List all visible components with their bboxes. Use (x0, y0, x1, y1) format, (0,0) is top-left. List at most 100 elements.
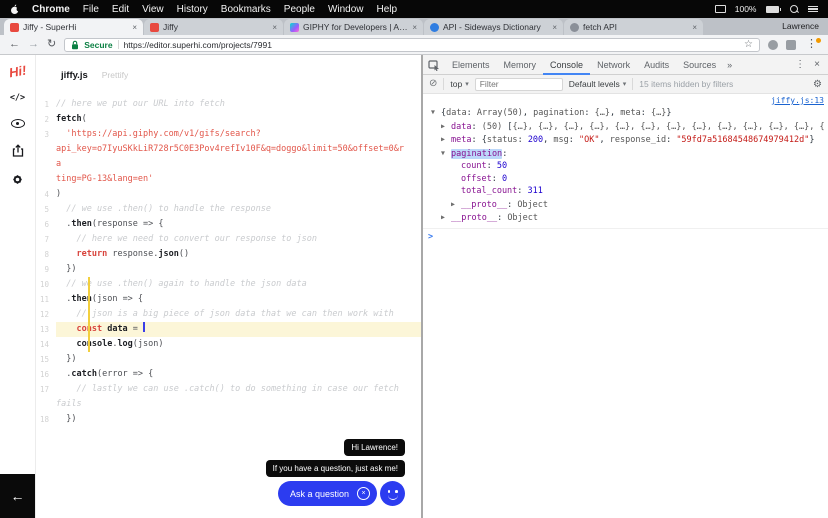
devtools-tab-audits[interactable]: Audits (637, 55, 676, 75)
sidebar-back-button[interactable]: ← (0, 474, 35, 518)
extension-icon[interactable] (768, 40, 778, 50)
chat-smiley-button[interactable] (380, 481, 405, 506)
log-level-selector[interactable]: Default levels ▾ (569, 79, 627, 89)
code-segment: data (107, 324, 127, 334)
code-line[interactable]: 10 // we use .then() again to handle the… (36, 277, 421, 292)
code-editor[interactable]: 1// here we put our URL into fetch2fetch… (36, 95, 421, 427)
code-line[interactable]: 2fetch( (36, 112, 421, 127)
code-line[interactable]: 13 const data = (36, 322, 421, 337)
bookmark-star-icon[interactable]: ☆ (744, 39, 753, 50)
reload-icon[interactable]: ↻ (47, 39, 56, 50)
menu-item-window[interactable]: Window (328, 4, 364, 15)
clear-console-icon[interactable]: ⊘ (429, 79, 437, 89)
code-line[interactable]: 5 // we use .then() to handle the respon… (36, 202, 421, 217)
menu-item-file[interactable]: File (83, 4, 99, 15)
tab-close-icon[interactable]: × (132, 23, 137, 32)
menu-item-view[interactable]: View (142, 4, 164, 15)
chat-close-icon[interactable]: × (357, 487, 370, 500)
context-selector[interactable]: top ▾ (450, 79, 468, 89)
console-row[interactable]: count: 50 (427, 160, 824, 173)
code-line[interactable]: 6 .then(response => { (36, 217, 421, 232)
code-line[interactable]: 1// here we put our URL into fetch (36, 97, 421, 112)
console-row[interactable]: offset: 0 (427, 173, 824, 186)
apple-icon[interactable] (10, 4, 20, 15)
profile-name-button[interactable]: Lawrence (782, 21, 819, 31)
code-line[interactable]: 16 .catch(error => { (36, 367, 421, 382)
settings-gear-icon[interactable] (11, 173, 24, 186)
chrome-menu-icon[interactable]: ⋮ (804, 39, 819, 50)
tab-close-icon[interactable]: × (272, 23, 277, 32)
code-line[interactable]: 15 }) (36, 352, 421, 367)
code-segment: (error => { (97, 369, 153, 379)
console-row[interactable]: ▶meta: {status: 200, msg: "OK", response… (427, 133, 824, 147)
browser-tab[interactable]: GIPHY for Developers | API Ex× (284, 19, 423, 35)
tab-close-icon[interactable]: × (552, 23, 557, 32)
tab-close-icon[interactable]: × (692, 23, 697, 32)
preview-eye-icon[interactable] (11, 119, 25, 128)
devtools-tab-console[interactable]: Console (543, 55, 590, 75)
menu-item-people[interactable]: People (284, 4, 315, 15)
toggle-closed-icon[interactable]: ▶ (441, 120, 451, 133)
menu-item-help[interactable]: Help (377, 4, 398, 15)
console-row[interactable]: ▶__proto__: Object (427, 211, 824, 225)
console-row[interactable]: ▼pagination: (427, 147, 824, 161)
code-line[interactable]: 17 // lastly we can use .catch() to do s… (36, 382, 421, 412)
source-link[interactable]: jiffy.js:13 (427, 95, 824, 106)
omnibox-divider (118, 40, 119, 49)
notification-center-icon[interactable] (808, 6, 818, 13)
code-line[interactable]: 8 return response.json() (36, 247, 421, 262)
browser-tab[interactable]: Jiffy× (144, 19, 283, 35)
menu-item-bookmarks[interactable]: Bookmarks (221, 4, 271, 15)
toggle-closed-icon[interactable]: ▶ (441, 211, 451, 224)
toggle-open-icon[interactable]: ▼ (431, 106, 441, 119)
code-line[interactable]: 18 }) (36, 412, 421, 427)
code-line[interactable]: 7 // here we need to convert our respons… (36, 232, 421, 247)
code-line[interactable]: 14 console.log(json) (36, 337, 421, 352)
prettify-button[interactable]: Prettify (102, 70, 128, 80)
superhi-logo[interactable]: Hi! (8, 63, 28, 81)
display-icon[interactable] (715, 5, 726, 13)
console-row[interactable]: ▼{data: Array(50), pagination: {…}, meta… (427, 106, 824, 120)
forward-icon[interactable]: → (28, 39, 39, 50)
devtools-tab-network[interactable]: Network (590, 55, 637, 75)
toggle-closed-icon[interactable]: ▶ (451, 198, 461, 211)
tab-close-icon[interactable]: × (412, 23, 417, 32)
browser-tab[interactable]: Jiffy - SuperHi× (4, 19, 143, 35)
console-prompt[interactable]: > (423, 229, 828, 245)
file-tab-jiffy[interactable]: jiffy.js (61, 70, 88, 81)
battery-icon[interactable] (766, 6, 782, 13)
code-line[interactable]: 9 }) (36, 262, 421, 277)
console-row[interactable]: ▶__proto__: Object (427, 198, 824, 212)
extension-icon[interactable] (786, 40, 796, 50)
console-settings-gear-icon[interactable]: ⚙ (813, 79, 822, 90)
devtools-tab-sources[interactable]: Sources (676, 55, 723, 75)
url-text[interactable]: https://editor.superhi.com/projects/7991 (124, 40, 739, 50)
browser-tab[interactable]: fetch API× (564, 19, 703, 35)
ask-question-button[interactable]: Ask a question × (278, 481, 377, 506)
console-filter-input[interactable] (475, 78, 563, 91)
toggle-open-icon[interactable]: ▼ (441, 147, 451, 160)
toggle-closed-icon[interactable]: ▶ (441, 133, 451, 146)
back-icon[interactable]: ← (9, 39, 20, 50)
browser-tab[interactable]: API - Sideways Dictionary× (424, 19, 563, 35)
code-line[interactable]: 3 'https://api.giphy.com/v1/gifs/search?… (36, 127, 421, 187)
console-segment: status (487, 135, 518, 145)
code-line[interactable]: 11 .then(json => { (36, 292, 421, 307)
tab-overflow-icon[interactable]: » (723, 60, 736, 70)
devtools-tab-elements[interactable]: Elements (445, 55, 497, 75)
inspect-element-icon[interactable] (428, 59, 440, 71)
console-row[interactable]: total_count: 311 (427, 185, 824, 198)
address-bar[interactable]: Secure https://editor.superhi.com/projec… (64, 38, 760, 52)
menu-item-chrome[interactable]: Chrome (32, 4, 70, 15)
console-row[interactable]: ▶data: (50) [{…}, {…}, {…}, {…}, {…}, {…… (427, 120, 824, 134)
code-line[interactable]: 12 // json is a big piece of json data t… (36, 307, 421, 322)
menu-item-edit[interactable]: Edit (112, 4, 129, 15)
devtools-menu-icon[interactable]: ⋮ (795, 59, 805, 70)
code-editor-icon[interactable]: </> (10, 93, 25, 103)
code-line[interactable]: 4) (36, 187, 421, 202)
spotlight-icon[interactable] (790, 5, 799, 14)
devtools-tab-memory[interactable]: Memory (497, 55, 544, 75)
share-upload-icon[interactable] (12, 144, 24, 157)
devtools-close-icon[interactable]: × (814, 59, 820, 70)
menu-item-history[interactable]: History (177, 4, 208, 15)
